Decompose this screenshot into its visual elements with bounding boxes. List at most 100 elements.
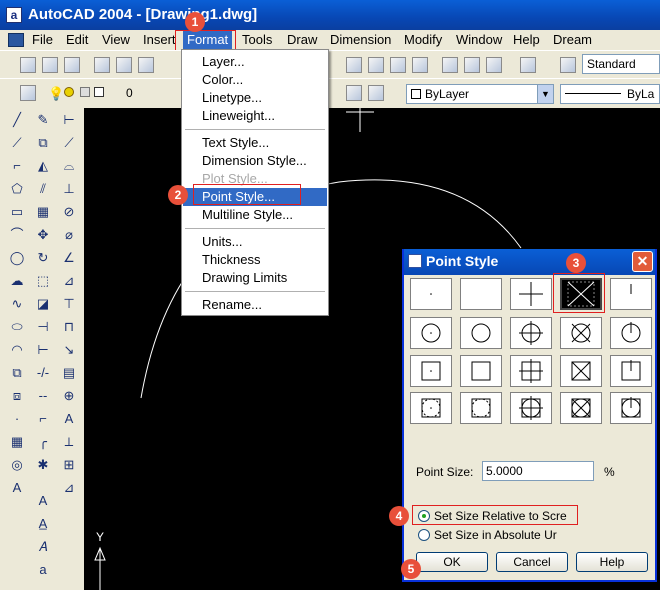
menu-item-lineweight[interactable]: Lineweight... (183, 107, 327, 125)
point-style-square-x[interactable] (560, 355, 602, 387)
zoom-realtime-icon[interactable] (366, 55, 386, 75)
zoom-previous-icon[interactable] (410, 55, 430, 75)
new-icon[interactable] (18, 55, 38, 75)
menu-help[interactable]: Help (513, 32, 540, 47)
point-icon[interactable]: · (6, 408, 28, 430)
layer-manager-icon[interactable] (18, 83, 38, 103)
point-style-circle-square-tick[interactable] (610, 392, 652, 424)
quick-dimension-icon[interactable]: ⊿ (58, 270, 80, 292)
menu-item-linetype[interactable]: Linetype... (183, 89, 327, 107)
rectangle-icon[interactable]: ▭ (6, 201, 28, 223)
open-icon[interactable] (40, 55, 60, 75)
menu-item-multiline-style[interactable]: Multiline Style... (183, 206, 327, 224)
point-style-square-tick[interactable] (610, 355, 652, 387)
menu-item-drawing-limits[interactable]: Drawing Limits (183, 269, 327, 287)
dimension-edit-icon[interactable]: A (58, 408, 80, 430)
text-style-select[interactable]: Standard (582, 54, 660, 74)
help-icon[interactable] (518, 55, 538, 75)
offset-icon[interactable]: ⫽ (32, 178, 54, 200)
center-mark-icon[interactable]: ⊕ (58, 385, 80, 407)
arc-length-icon[interactable]: ⌓ (58, 155, 80, 177)
menu-item-dimension-style[interactable]: Dimension Style... (183, 152, 327, 170)
point-style-square-dot[interactable] (410, 355, 452, 387)
point-size-input[interactable]: 5.0000 (482, 461, 594, 481)
make-block-icon[interactable]: ⧈ (6, 385, 28, 407)
preview-icon[interactable] (114, 55, 134, 75)
menu-item-text-style[interactable]: Text Style... (183, 134, 327, 152)
menu-item-rename[interactable]: Rename... (183, 296, 327, 314)
point-style-tick[interactable] (610, 278, 652, 310)
point-style-dot[interactable] (410, 278, 452, 310)
trim-icon[interactable]: ⊣ (32, 316, 54, 338)
menu-item-thickness[interactable]: Thickness (183, 251, 327, 269)
color-select[interactable]: ByLayer ▼ (406, 84, 554, 104)
point-style-circle-tick[interactable] (610, 317, 652, 349)
publish-icon[interactable] (136, 55, 156, 75)
autocad-app-icon[interactable]: a (6, 7, 22, 23)
menu-draw[interactable]: Draw (287, 32, 317, 47)
point-style-circle[interactable] (460, 317, 502, 349)
document-icon[interactable] (8, 33, 24, 47)
point-style-circle-x[interactable] (560, 317, 602, 349)
menu-item-color[interactable]: Color... (183, 71, 327, 89)
lock-icon[interactable] (80, 87, 90, 97)
construction-line-icon[interactable]: ⟋ (6, 132, 28, 154)
sun-icon[interactable] (64, 87, 74, 97)
help-button[interactable]: Help (576, 552, 648, 572)
break-at-point-icon[interactable]: -/- (32, 362, 54, 384)
text-icon[interactable]: A (32, 490, 54, 512)
array-icon[interactable]: ▦ (32, 201, 54, 223)
design-center-icon[interactable] (462, 55, 482, 75)
arc-icon[interactable]: ⌒ (6, 224, 28, 246)
menu-item-layer[interactable]: Layer... (183, 53, 327, 71)
aligned-dimension-icon[interactable]: ⟋ (58, 132, 80, 154)
rotate-icon[interactable]: ↻ (32, 247, 54, 269)
spline-icon[interactable]: ∿ (6, 293, 28, 315)
explode-icon[interactable]: ✱ (32, 454, 54, 476)
revision-cloud-icon[interactable]: ☁ (6, 270, 28, 292)
tool-palettes-icon[interactable] (484, 55, 504, 75)
erase-icon[interactable]: ✎ (32, 109, 54, 131)
point-style-circle-plus[interactable] (510, 317, 552, 349)
dimension-style-icon[interactable]: ⊿ (58, 477, 80, 499)
insert-block-icon[interactable]: ⧉ (6, 362, 28, 384)
polyline-icon[interactable]: ⌐ (6, 155, 28, 177)
extend-icon[interactable]: ⊢ (32, 339, 54, 361)
point-style-plus[interactable] (510, 278, 552, 310)
menu-item-units[interactable]: Units... (183, 233, 327, 251)
point-style-none[interactable] (460, 278, 502, 310)
linear-dimension-icon[interactable]: ⊢ (58, 109, 80, 131)
text-style-icon-left[interactable]: 𝐴 (32, 536, 54, 558)
circle-icon[interactable]: ◯ (6, 247, 28, 269)
mirror-icon[interactable]: ◭ (32, 155, 54, 177)
close-icon[interactable]: ✕ (632, 251, 653, 272)
menu-insert[interactable]: Insert (143, 32, 176, 47)
baseline-dimension-icon[interactable]: ⊤ (58, 293, 80, 315)
radius-dimension-icon[interactable]: ⊘ (58, 201, 80, 223)
point-style-circle-square-x[interactable] (560, 392, 602, 424)
angular-dimension-icon[interactable]: ∠ (58, 247, 80, 269)
quick-leader-icon[interactable]: ↘ (58, 339, 80, 361)
properties-icon[interactable] (440, 55, 460, 75)
make-object-layer-current-icon[interactable] (344, 83, 364, 103)
spell-check-icon[interactable]: a (32, 559, 54, 581)
point-style-circle-square-dot[interactable] (410, 392, 452, 424)
ok-button[interactable]: OK (416, 552, 488, 572)
menu-view[interactable]: View (102, 32, 130, 47)
chamfer-icon[interactable]: ⌐ (32, 408, 54, 430)
multiline-text-icon[interactable]: A (6, 477, 28, 499)
diameter-dimension-icon[interactable]: ⌀ (58, 224, 80, 246)
chevron-down-icon[interactable]: ▼ (537, 85, 553, 103)
point-style-square[interactable] (460, 355, 502, 387)
layer-name[interactable]: 0 (126, 86, 133, 100)
menu-window[interactable]: Window (456, 32, 502, 47)
layer-previous-icon[interactable] (366, 83, 386, 103)
plot-icon[interactable] (92, 55, 112, 75)
save-icon[interactable] (62, 55, 82, 75)
ellipse-icon[interactable]: ⬭ (6, 316, 28, 338)
point-style-circle-square-plus[interactable] (510, 392, 552, 424)
ellipse-arc-icon[interactable]: ◠ (6, 339, 28, 361)
menu-modify[interactable]: Modify (404, 32, 442, 47)
stretch-icon[interactable]: ◪ (32, 293, 54, 315)
pan-icon[interactable] (344, 55, 364, 75)
